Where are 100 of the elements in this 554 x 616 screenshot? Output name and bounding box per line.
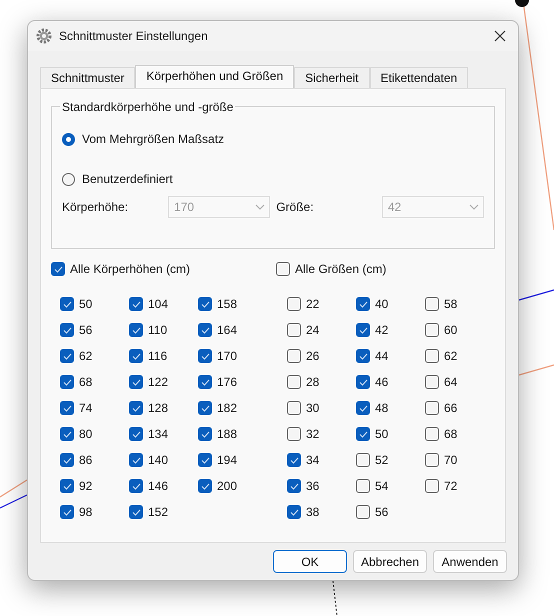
point-icon [515, 0, 529, 10]
checkbox[interactable] [129, 505, 143, 519]
checkbox[interactable] [129, 349, 143, 363]
checkbox-label: 86 [79, 452, 92, 469]
checkbox-label: Alle Körperhöhen (cm) [70, 261, 190, 278]
check-icon [358, 404, 368, 412]
checkbox[interactable] [129, 375, 143, 389]
checkbox[interactable] [198, 427, 212, 441]
chevron-icon [469, 204, 480, 210]
checkbox[interactable] [60, 375, 74, 389]
check-icon [358, 430, 368, 438]
checkbox-label: 92 [79, 478, 92, 495]
radio-button[interactable] [62, 172, 75, 186]
checkbox[interactable] [276, 262, 290, 276]
checkbox[interactable] [60, 297, 74, 311]
checkbox[interactable] [287, 427, 301, 441]
checkbox[interactable] [287, 297, 301, 311]
check-icon [358, 352, 368, 360]
checkbox[interactable] [198, 349, 212, 363]
checkbox[interactable] [425, 349, 439, 363]
checkbox[interactable] [60, 479, 74, 493]
checkbox[interactable] [287, 323, 301, 337]
checkbox[interactable] [198, 323, 212, 337]
dialog-button[interactable]: OK [273, 550, 347, 573]
checkbox[interactable] [51, 262, 65, 276]
checkbox[interactable] [356, 453, 370, 467]
checkbox[interactable] [425, 479, 439, 493]
checkbox[interactable] [60, 427, 74, 441]
checkbox[interactable] [425, 297, 439, 311]
checkbox[interactable] [198, 453, 212, 467]
checkbox[interactable] [129, 453, 143, 467]
checkbox-label: 68 [444, 426, 458, 443]
checkbox[interactable] [425, 375, 439, 389]
checkbox-label: Alle Größen (cm) [295, 261, 386, 278]
checkbox-label: 116 [148, 348, 168, 365]
checkbox-label: 74 [79, 400, 92, 417]
tab[interactable]: Schnittmuster [40, 67, 136, 88]
check-icon [200, 352, 210, 360]
checkbox[interactable] [287, 479, 301, 493]
checkbox[interactable] [287, 453, 301, 467]
check-icon [62, 482, 72, 490]
checkbox[interactable] [198, 479, 212, 493]
check-icon [132, 482, 140, 490]
field-label: Größe: [276, 199, 315, 216]
checkbox[interactable] [356, 375, 370, 389]
checkbox-label: 60 [444, 322, 458, 339]
checkbox[interactable] [129, 297, 143, 311]
dialog-button[interactable]: Abbrechen [353, 550, 427, 573]
checkbox[interactable] [425, 401, 439, 415]
check-icon [200, 430, 210, 438]
checkbox[interactable] [60, 323, 74, 337]
checkbox[interactable] [425, 323, 439, 337]
radio-button[interactable] [62, 132, 75, 146]
checkbox[interactable] [287, 349, 301, 363]
checkbox[interactable] [60, 349, 74, 363]
check-icon [132, 326, 140, 334]
checkbox[interactable] [287, 401, 301, 415]
checkbox[interactable] [129, 401, 143, 415]
check-icon [200, 326, 210, 334]
checkbox[interactable] [60, 401, 74, 415]
check-icon [358, 300, 368, 308]
checkbox-label: 62 [444, 348, 458, 365]
checkbox-label: 56 [375, 504, 388, 521]
check-icon [62, 430, 72, 438]
tab[interactable]: Körperhöhen und Größen [135, 65, 294, 88]
checkbox[interactable] [356, 297, 370, 311]
dialog-button[interactable]: Anwenden [433, 550, 507, 573]
checkbox-label: 58 [444, 296, 458, 313]
checkbox-label: 46 [375, 374, 388, 391]
checkbox[interactable] [129, 479, 143, 493]
checkbox[interactable] [425, 453, 439, 467]
check-icon [62, 456, 72, 464]
checkbox-label: 32 [306, 426, 320, 443]
checkbox[interactable] [356, 479, 370, 493]
checkbox[interactable] [425, 427, 439, 441]
check-icon [200, 404, 210, 412]
checkbox[interactable] [198, 375, 212, 389]
checkbox[interactable] [356, 427, 370, 441]
checkbox-label: 194 [217, 452, 238, 469]
checkbox[interactable] [356, 505, 370, 519]
checkbox[interactable] [287, 505, 301, 519]
checkbox-label: 22 [306, 296, 320, 313]
checkbox[interactable] [356, 323, 370, 337]
checkbox-label: 24 [306, 322, 320, 339]
checkbox[interactable] [129, 427, 143, 441]
check-icon [54, 266, 62, 272]
tab[interactable]: Sicherheit [294, 67, 370, 88]
checkbox[interactable] [198, 401, 212, 415]
checkbox[interactable] [198, 297, 212, 311]
checkbox[interactable] [60, 505, 74, 519]
checkbox[interactable] [60, 453, 74, 467]
checkbox-label: 188 [217, 426, 238, 443]
check-icon [200, 482, 210, 490]
checkbox[interactable] [356, 401, 370, 415]
checkbox-label: 104 [148, 296, 168, 313]
checkbox[interactable] [287, 375, 301, 389]
checkbox[interactable] [356, 349, 370, 363]
checkbox[interactable] [129, 323, 143, 337]
tab[interactable]: Etikettendaten [370, 67, 468, 88]
close-button[interactable] [494, 30, 506, 42]
